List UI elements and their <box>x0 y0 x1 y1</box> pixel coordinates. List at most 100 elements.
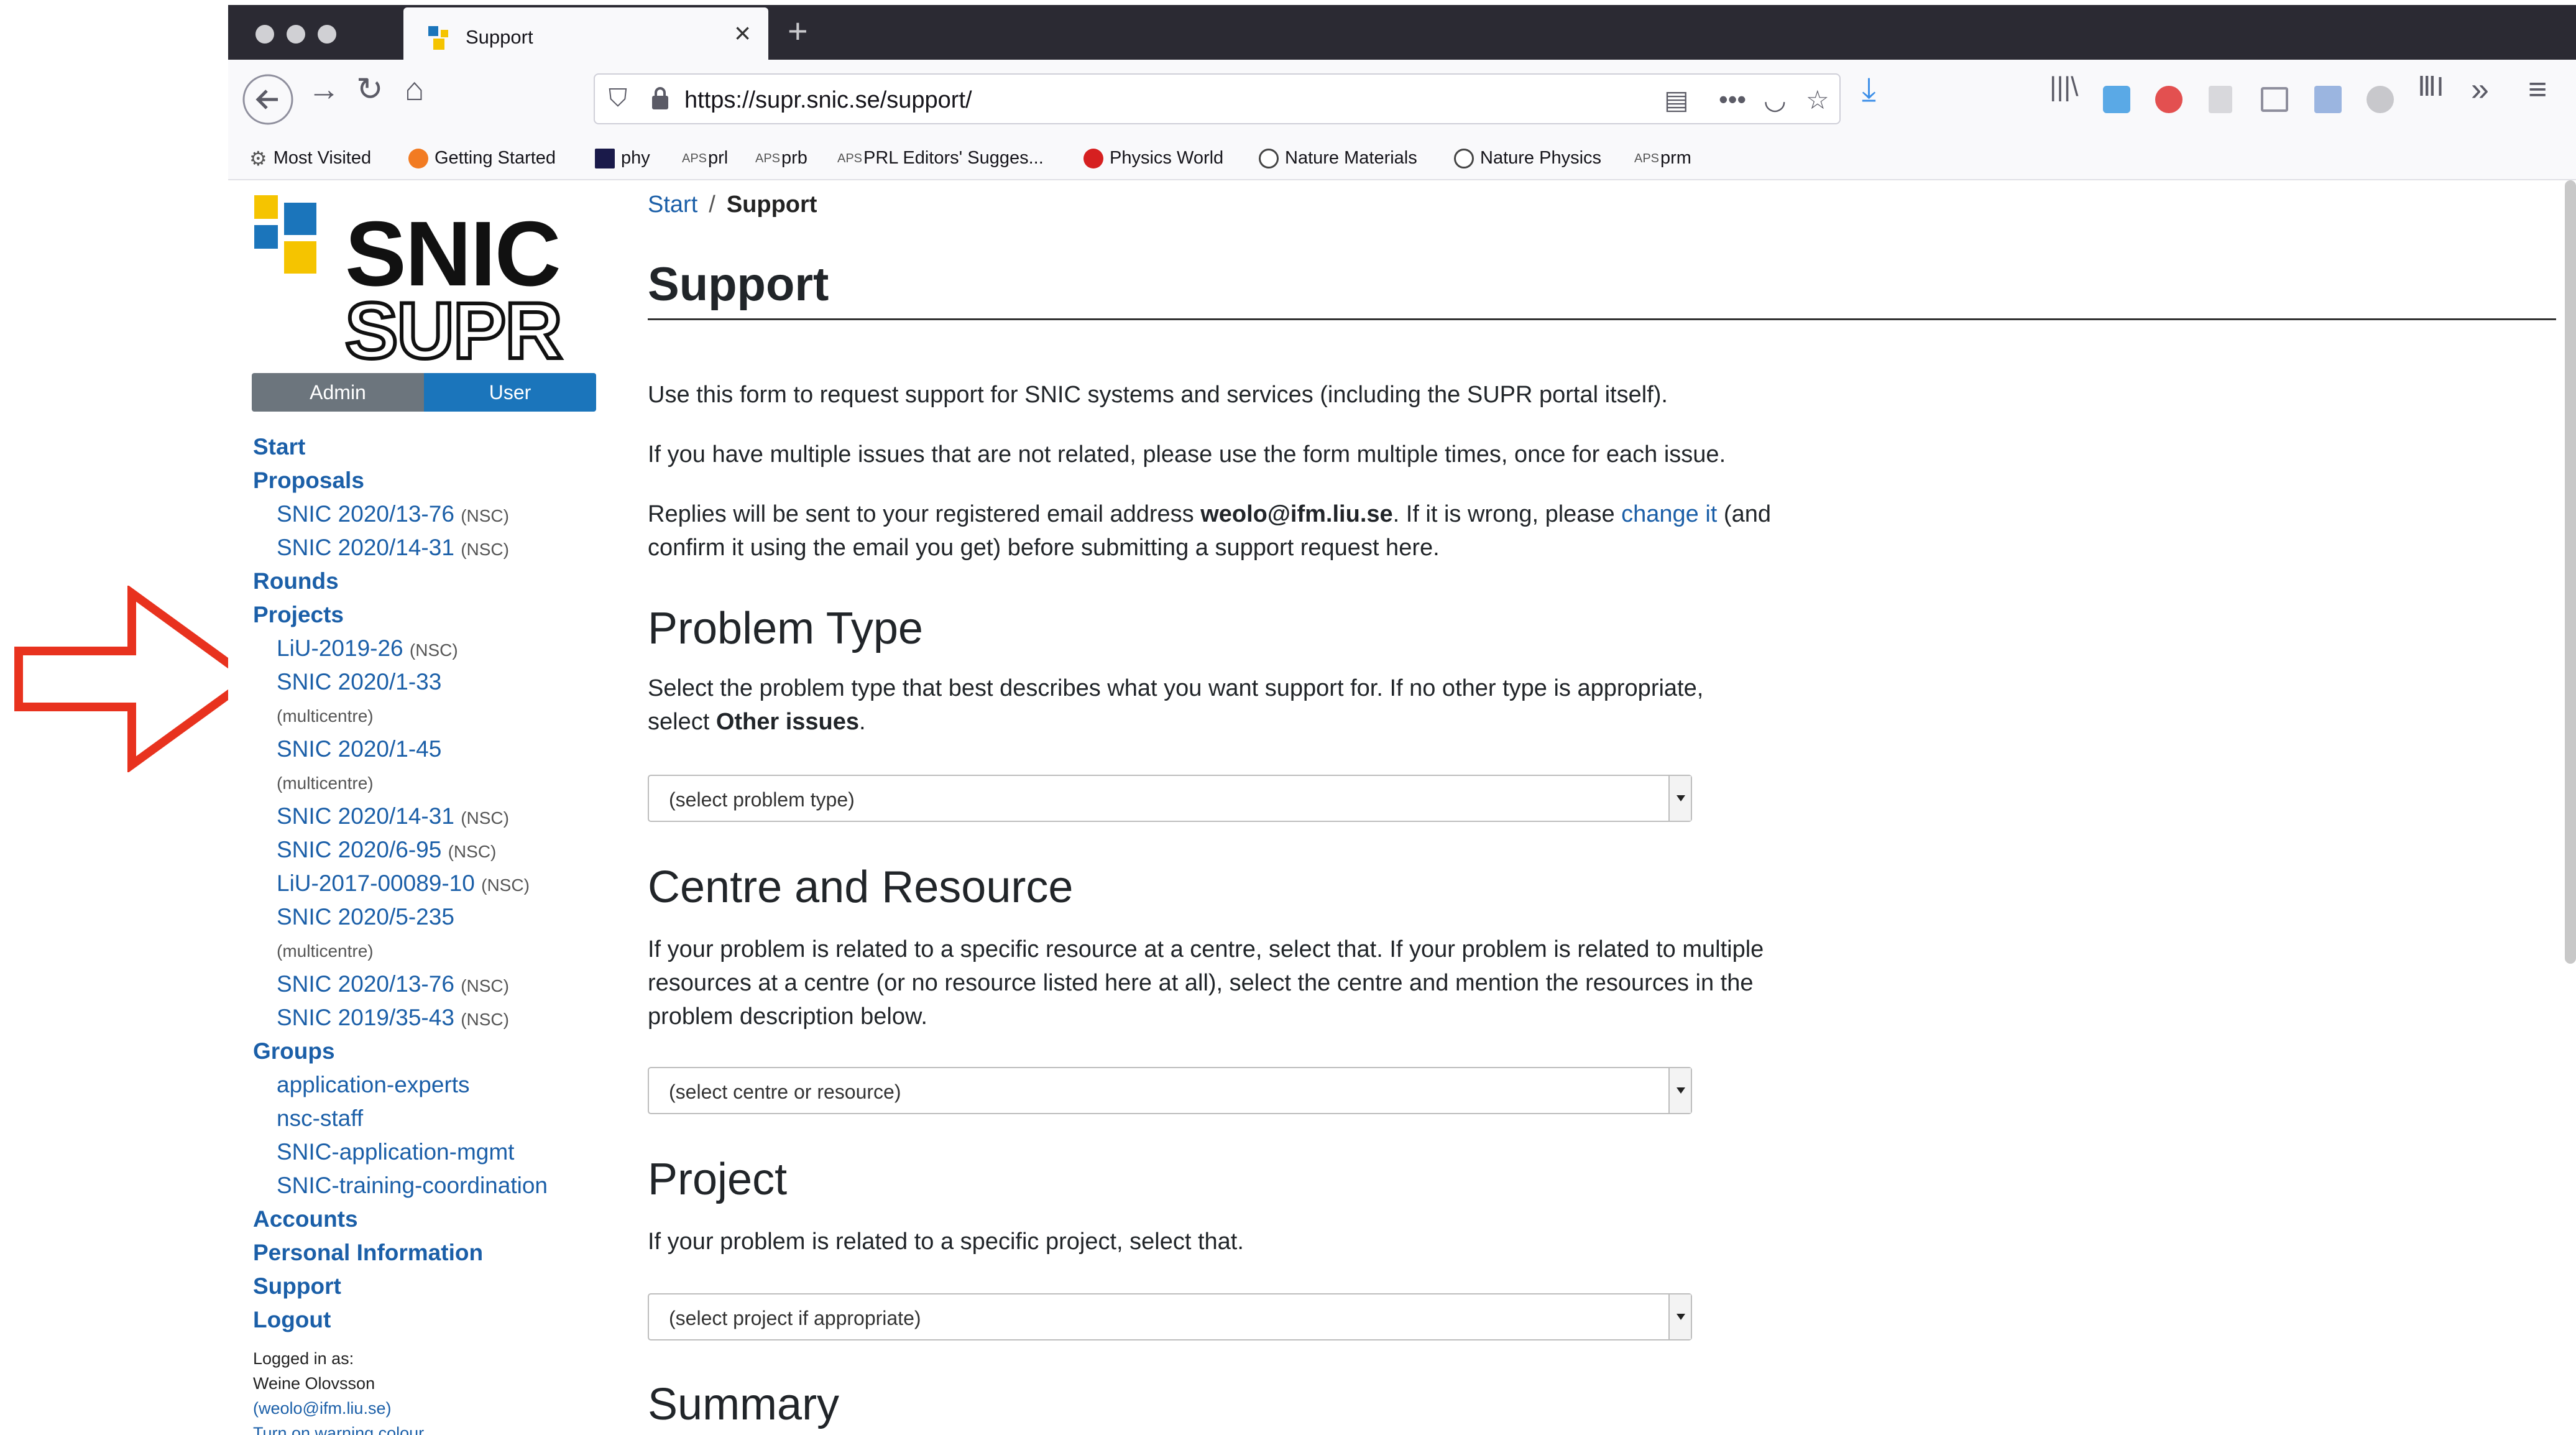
intro-paragraph-3: Replies will be sent to your registered … <box>648 501 1771 561</box>
project-heading: Project <box>648 1155 788 1204</box>
account-icon[interactable] <box>2367 86 2394 113</box>
user-name: Weine Olovsson <box>253 1374 375 1393</box>
problem-type-heading: Problem Type <box>648 604 923 653</box>
globe-icon <box>1259 149 1279 169</box>
bookmark-star-icon[interactable]: ☆ <box>1806 85 1829 115</box>
minimize-window-button[interactable] <box>287 25 305 44</box>
sidebar-item-rounds[interactable]: Rounds <box>253 568 339 594</box>
bookmark-nature-materials[interactable]: Nature Materials <box>1259 148 1417 169</box>
sidebar-item-start[interactable]: Start <box>253 434 305 460</box>
home-button[interactable]: ⌂ <box>405 73 424 106</box>
sidebar-item-project[interactable]: SNIC 2020/1-45 <box>277 736 441 762</box>
sidebar-item-project[interactable]: SNIC 2019/35-43 (NSC) <box>277 1005 509 1031</box>
bookmark-prl[interactable]: APSprl <box>682 148 728 168</box>
bookmark-phy[interactable]: phy <box>595 148 650 169</box>
logo-supr-text: SUPR <box>343 285 564 377</box>
warning-colour-link[interactable]: Turn on warning colour. <box>253 1424 428 1435</box>
globe-icon <box>1454 149 1474 169</box>
tab-support[interactable]: Support × <box>403 7 768 62</box>
snic-favicon-icon <box>428 26 452 50</box>
problem-type-select[interactable]: (select problem type) <box>648 775 1692 822</box>
project-centre-note: (multicentre) <box>277 706 374 726</box>
sidebar-item-accounts[interactable]: Accounts <box>253 1206 358 1232</box>
sidebar-item-personal-information[interactable]: Personal Information <box>253 1240 483 1266</box>
url-text: https://supr.snic.se/support/ <box>684 87 972 113</box>
chevron-down-icon <box>1668 1294 1691 1339</box>
overflow-menu-icon[interactable]: » <box>2471 73 2489 106</box>
summary-heading: Summary <box>648 1380 840 1429</box>
user-mode-button[interactable]: User <box>424 373 596 412</box>
library-icon[interactable]: |||\ <box>2049 73 2079 101</box>
sidebar-item-groups[interactable]: Groups <box>253 1038 335 1064</box>
intro-paragraph-2: If you have multiple issues that are not… <box>648 441 1726 468</box>
extension-bars-icon[interactable]: ⅢI <box>2417 73 2444 101</box>
intro-paragraph-1: Use this form to request support for SNI… <box>648 382 1668 408</box>
centre-resource-heading: Centre and Resource <box>648 862 1074 912</box>
sidebar-item-project[interactable]: SNIC 2020/13-76 (NSC) <box>277 971 509 997</box>
sidebar-item-project[interactable]: LiU-2019-26 (NSC) <box>277 635 458 662</box>
sidebar-item-project[interactable]: SNIC 2020/1-33 <box>277 669 441 695</box>
tracking-shield-icon[interactable]: ⛉ <box>609 85 627 113</box>
hamburger-menu-icon[interactable]: ≡ <box>2528 73 2547 106</box>
breadcrumb: Start / Support <box>648 191 817 218</box>
close-window-button[interactable] <box>255 25 274 44</box>
back-button[interactable] <box>242 73 294 126</box>
reader-view-icon[interactable]: ▤ <box>1664 85 1689 115</box>
sidebar-item-project[interactable]: LiU-2017-00089-10 (NSC) <box>277 870 530 897</box>
bookmark-most-visited[interactable]: ⚙ Most Visited <box>249 148 371 168</box>
aps-icon: APS <box>1634 152 1660 166</box>
page-scrollbar[interactable] <box>2565 180 2576 964</box>
pocket-icon[interactable]: ◡ <box>1764 85 1787 115</box>
sidebar-item-proposal[interactable]: SNIC 2020/13-76 (NSC) <box>277 501 509 527</box>
project-centre-note: (multicentre) <box>277 941 374 961</box>
user-email: (weolo@ifm.liu.se) <box>253 1399 392 1418</box>
admin-mode-button[interactable]: Admin <box>252 373 424 412</box>
bookmark-prl-editors[interactable]: APSPRL Editors' Sugges... <box>837 148 1044 168</box>
adblock-icon[interactable] <box>2155 86 2183 113</box>
new-tab-button[interactable]: + <box>788 14 808 48</box>
change-email-link[interactable]: change it <box>1621 501 1717 527</box>
sidebar-item-proposal[interactable]: SNIC 2020/14-31 (NSC) <box>277 535 509 561</box>
tab-bar: Support × + <box>228 5 2576 62</box>
aps-icon: APS <box>682 152 707 166</box>
bookmark-physics-world[interactable]: Physics World <box>1083 148 1223 169</box>
sidebar-item-project[interactable]: SNIC 2020/14-31 (NSC) <box>277 803 509 829</box>
document-icon[interactable] <box>2209 86 2232 113</box>
bookmark-prb[interactable]: APSprb <box>755 148 807 168</box>
mode-toggle: Admin User <box>252 373 596 412</box>
extension-grid-icon[interactable] <box>2314 86 2342 113</box>
page-actions-icon[interactable]: ••• <box>1719 85 1746 114</box>
forward-button[interactable]: → <box>308 73 340 106</box>
sidebar-item-logout[interactable]: Logout <box>253 1307 331 1333</box>
title-divider <box>648 318 2556 320</box>
sidebar-item-proposals[interactable]: Proposals <box>253 468 364 494</box>
skype-extension-icon[interactable] <box>2103 86 2130 113</box>
project-select[interactable]: (select project if appropriate) <box>648 1293 1692 1340</box>
sidebar-item-projects[interactable]: Projects <box>253 602 344 628</box>
tab-close-icon[interactable]: × <box>734 19 751 47</box>
sidebar-item-group[interactable]: SNIC-application-mgmt <box>277 1139 514 1165</box>
sidebar-icon[interactable] <box>2261 87 2288 112</box>
bookmark-prm[interactable]: APSprm <box>1634 148 1691 168</box>
sidebar-item-support[interactable]: Support <box>253 1273 341 1299</box>
callout-arrow-icon <box>14 586 256 772</box>
sidebar-item-group[interactable]: SNIC-training-coordination <box>277 1173 548 1199</box>
url-bar[interactable]: ⛉ https://supr.snic.se/support/ ▤ ••• ◡ … <box>594 73 1841 124</box>
zoom-window-button[interactable] <box>318 25 336 44</box>
bookmark-getting-started[interactable]: Getting Started <box>408 148 556 169</box>
sidebar-item-project[interactable]: SNIC 2020/6-95 (NSC) <box>277 837 496 863</box>
lock-icon[interactable] <box>651 86 669 111</box>
downloads-icon[interactable]: ⤓ <box>1862 73 1876 106</box>
sidebar-item-project[interactable]: SNIC 2020/5-235 <box>277 904 454 930</box>
aps-icon: APS <box>837 152 863 166</box>
sidebar-item-group[interactable]: application-experts <box>277 1072 470 1098</box>
bookmark-nature-physics[interactable]: Nature Physics <box>1454 148 1601 169</box>
tab-title: Support <box>466 26 533 48</box>
browser-window: Support × + → ↻ ⌂ ⛉ https://supr.snic.se… <box>228 5 2576 1435</box>
breadcrumb-start-link[interactable]: Start <box>648 191 697 218</box>
reload-button[interactable]: ↻ <box>356 73 384 106</box>
centre-resource-select[interactable]: (select centre or resource) <box>648 1067 1692 1114</box>
red-circle-icon <box>1083 149 1103 169</box>
sidebar-item-group[interactable]: nsc-staff <box>277 1105 363 1132</box>
logged-in-label: Logged in as: <box>253 1349 354 1368</box>
